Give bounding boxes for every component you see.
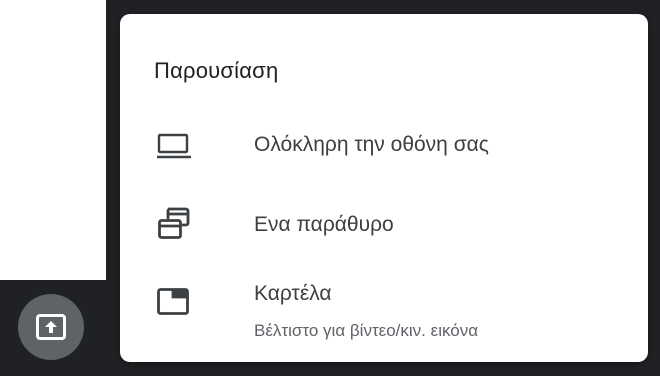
present-now-button[interactable] [18, 294, 84, 360]
present-to-all-icon [36, 314, 66, 340]
menu-item-window[interactable]: Ενα παράθυρο [120, 194, 648, 256]
menu-item-entire-screen[interactable]: Ολόκληρη την οθόνη σας [120, 114, 648, 176]
menu-item-sublabel: Βέλτιστο για βίντεο/κιν. εικόνα [254, 321, 479, 340]
window-icon [156, 205, 192, 246]
browser-tab-icon [156, 287, 192, 322]
present-menu: Παρουσίαση Ολόκληρη την οθόνη σας Ενα πα… [120, 14, 648, 362]
menu-item-tab[interactable]: Καρτέλα Βέλτιστο για βίντεο/κιν. εικόνα [120, 272, 648, 352]
menu-item-label: Καρτέλα [254, 282, 332, 305]
menu-item-label: Ολόκληρη την οθόνη σας [254, 133, 489, 156]
laptop-icon [156, 133, 192, 164]
menu-title: Παρουσίαση [154, 58, 279, 83]
menu-item-label: Ενα παράθυρο [254, 213, 394, 236]
